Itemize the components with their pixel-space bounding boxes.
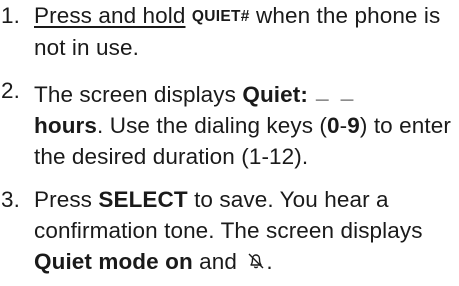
step-number: 2. xyxy=(1,78,20,103)
step-3: 3. Press SELECT to save. You hear a conf… xyxy=(0,184,459,277)
screen-display-text: hours xyxy=(34,113,98,138)
step-number: 3. xyxy=(1,187,20,212)
step-text: and xyxy=(192,249,244,274)
step-text: . xyxy=(266,249,273,274)
step-2: 2. The screen displays Quiet: _ _hours. U… xyxy=(0,75,459,172)
quiet-key-label: QUIET# xyxy=(191,8,250,25)
step-text: Press xyxy=(34,187,99,212)
step-1: 1. Press and hold QUIET# when the phone … xyxy=(0,0,459,63)
select-key-label: SELECT xyxy=(98,187,188,212)
step-text: The screen displays xyxy=(34,82,243,107)
key-range-end: 9 xyxy=(347,113,360,138)
step-text: . Use the dialing keys ( xyxy=(97,113,328,138)
instruction-list: 1. Press and hold QUIET# when the phone … xyxy=(0,0,459,277)
screen-display-text: Quiet mode on xyxy=(34,249,193,274)
screen-display-text: Quiet: xyxy=(242,82,308,107)
step-action-text: Press and hold xyxy=(34,3,186,28)
step-number: 1. xyxy=(1,3,20,28)
quiet-bell-icon xyxy=(248,253,264,269)
key-range-start: 0 xyxy=(327,113,340,138)
duration-blanks: _ _ xyxy=(315,78,357,103)
